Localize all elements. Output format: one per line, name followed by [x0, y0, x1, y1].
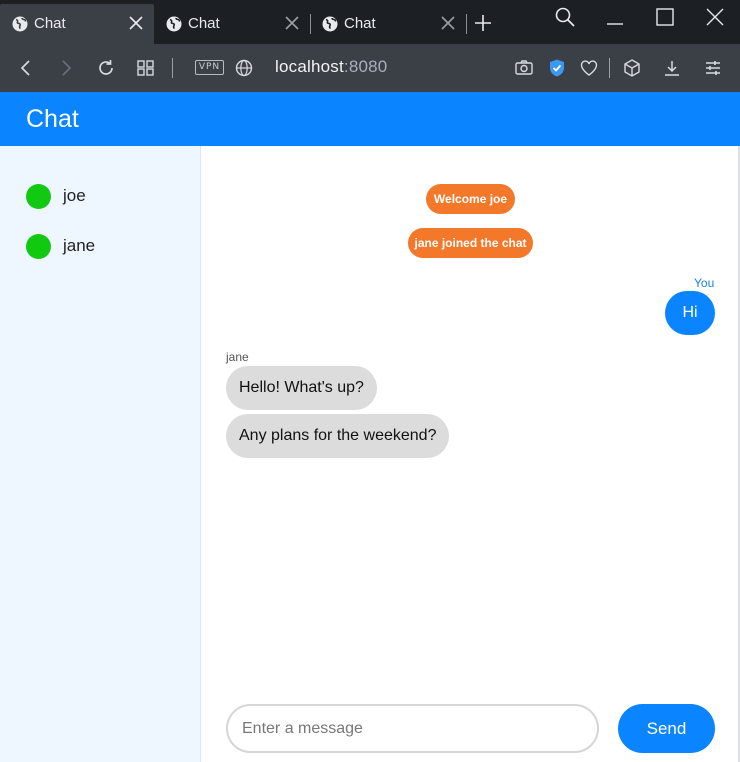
toolbar-divider [609, 58, 610, 78]
tab-title: Chat [344, 15, 376, 32]
user-name: jane [63, 236, 96, 255]
maximize-icon[interactable] [654, 6, 676, 28]
tab-title: Chat [34, 15, 66, 32]
url-port: :8080 [343, 57, 388, 76]
cube-icon[interactable] [622, 58, 642, 78]
tabs-grid-icon[interactable] [136, 58, 156, 78]
vpn-badge[interactable]: VPN [195, 60, 224, 75]
tab-divider [466, 14, 467, 34]
incoming-message-bubble: Hello! What's up? [226, 366, 377, 410]
message-input[interactable] [226, 704, 599, 753]
new-tab-icon[interactable] [474, 14, 492, 32]
user-item[interactable]: jane [26, 233, 95, 259]
send-button[interactable]: Send [618, 704, 715, 753]
browser-tab-3[interactable]: Chat [310, 4, 466, 44]
chat-page: Chat joe jane Welcome joe jane joined th… [0, 92, 740, 762]
download-icon[interactable] [662, 58, 682, 78]
forward-icon[interactable] [56, 58, 76, 78]
incoming-message-bubble: Any plans for the weekend? [226, 414, 450, 458]
toolbar-divider [172, 58, 173, 78]
system-message: jane joined the chat [408, 228, 533, 258]
reload-icon[interactable] [96, 58, 116, 78]
globe-icon [12, 16, 28, 32]
browser-toolbar: VPN localhost:8080 [0, 44, 740, 92]
sender-label: jane [226, 350, 249, 364]
camera-icon[interactable] [514, 58, 534, 78]
url-host: localhost [275, 57, 344, 76]
online-status-dot [26, 183, 51, 209]
settings-icon[interactable] [703, 58, 723, 78]
app-header: Chat [0, 92, 740, 146]
user-list: joe jane [0, 146, 201, 762]
system-message: Welcome joe [426, 184, 515, 214]
globe-icon [322, 16, 338, 32]
search-icon[interactable] [554, 6, 576, 28]
tab-title: Chat [188, 15, 220, 32]
shield-icon[interactable] [547, 58, 567, 78]
browser-tab-bar: Chat Chat Chat [0, 0, 740, 44]
user-name: joe [63, 186, 86, 205]
back-icon[interactable] [16, 58, 36, 78]
user-item[interactable]: joe [26, 183, 86, 209]
close-window-icon[interactable] [704, 6, 726, 28]
close-icon[interactable] [128, 15, 144, 31]
app-title: Chat [26, 105, 79, 133]
close-icon[interactable] [284, 15, 300, 31]
globe-icon[interactable] [234, 58, 254, 78]
online-status-dot [26, 233, 51, 259]
browser-tab-1[interactable]: Chat [0, 4, 154, 44]
close-icon[interactable] [440, 15, 456, 31]
globe-icon [166, 16, 182, 32]
heart-icon[interactable] [579, 58, 599, 78]
address-field[interactable]: localhost:8080 [275, 57, 387, 77]
minimize-icon[interactable] [604, 6, 626, 28]
sender-label-me: You [694, 276, 715, 290]
browser-tab-2[interactable]: Chat [154, 4, 310, 44]
my-message-bubble: Hi [665, 291, 715, 335]
